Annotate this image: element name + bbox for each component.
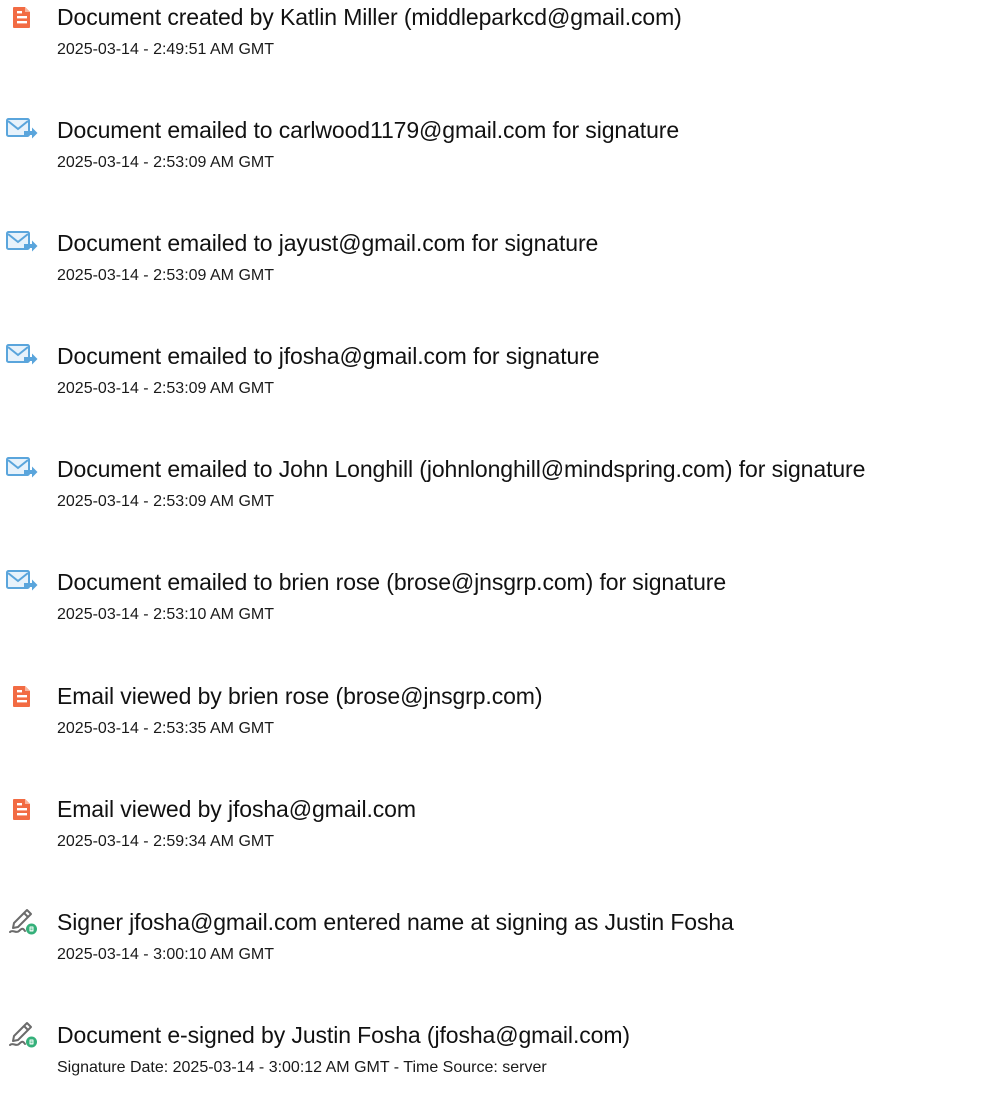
email-forward-icon — [6, 229, 38, 257]
email-forward-icon — [6, 455, 38, 483]
event-description: Email viewed by jfosha@gmail.com — [57, 796, 416, 822]
event-timestamp: Signature Date: 2025-03-14 - 3:00:12 AM … — [57, 1059, 547, 1076]
email-forward-icon — [6, 116, 38, 144]
event-description: Document e-signed by Justin Fosha (jfosh… — [57, 1022, 630, 1048]
signature-pen-icon — [8, 1021, 37, 1049]
event-description: Document emailed to brien rose (brose@jn… — [57, 569, 727, 595]
event-timestamp: 2025-03-14 - 2:53:09 AM GMT — [57, 154, 274, 171]
audit-event: Document created by Katlin Miller (middl… — [0, 3, 1002, 73]
event-timestamp: 2025-03-14 - 2:59:34 AM GMT — [57, 833, 274, 850]
event-description: Signer jfosha@gmail.com entered name at … — [57, 909, 734, 935]
audit-event: Document emailed to jfosha@gmail.com for… — [0, 342, 1002, 412]
audit-event: Signer jfosha@gmail.com entered name at … — [0, 908, 1002, 978]
audit-event: Document emailed to John Longhill (johnl… — [0, 455, 1002, 525]
event-description: Document emailed to John Longhill (johnl… — [57, 456, 866, 482]
audit-event: Email viewed by jfosha@gmail.com 2025-03-… — [0, 795, 1002, 865]
document-icon — [8, 3, 36, 31]
event-description: Document created by Katlin Miller (middl… — [57, 4, 682, 30]
event-timestamp: 2025-03-14 - 2:53:09 AM GMT — [57, 493, 274, 510]
email-forward-icon — [6, 342, 38, 370]
email-forward-icon — [6, 568, 38, 596]
event-description: Document emailed to jayust@gmail.com for… — [57, 230, 599, 256]
event-timestamp: 2025-03-14 - 2:53:10 AM GMT — [57, 606, 274, 623]
audit-event: Document e-signed by Justin Fosha (jfosh… — [0, 1021, 1002, 1091]
event-description: Document emailed to carlwood1179@gmail.c… — [57, 117, 680, 143]
signature-pen-icon — [8, 908, 37, 936]
event-description: Document emailed to jfosha@gmail.com for… — [57, 343, 600, 369]
audit-event: Document emailed to carlwood1179@gmail.c… — [0, 116, 1002, 186]
event-description: Email viewed by brien rose (brose@jnsgrp… — [57, 683, 543, 709]
event-timestamp: 2025-03-14 - 2:49:51 AM GMT — [57, 41, 274, 58]
event-timestamp: 2025-03-14 - 2:53:09 AM GMT — [57, 267, 274, 284]
document-icon — [8, 682, 36, 710]
event-timestamp: 2025-03-14 - 2:53:09 AM GMT — [57, 380, 274, 397]
audit-event: Document emailed to brien rose (brose@jn… — [0, 568, 1002, 638]
event-timestamp: 2025-03-14 - 3:00:10 AM GMT — [57, 946, 274, 963]
audit-event: Document emailed to jayust@gmail.com for… — [0, 229, 1002, 299]
event-timestamp: 2025-03-14 - 2:53:35 AM GMT — [57, 720, 274, 737]
audit-event: Email viewed by brien rose (brose@jnsgrp… — [0, 682, 1002, 752]
document-icon — [8, 795, 36, 823]
